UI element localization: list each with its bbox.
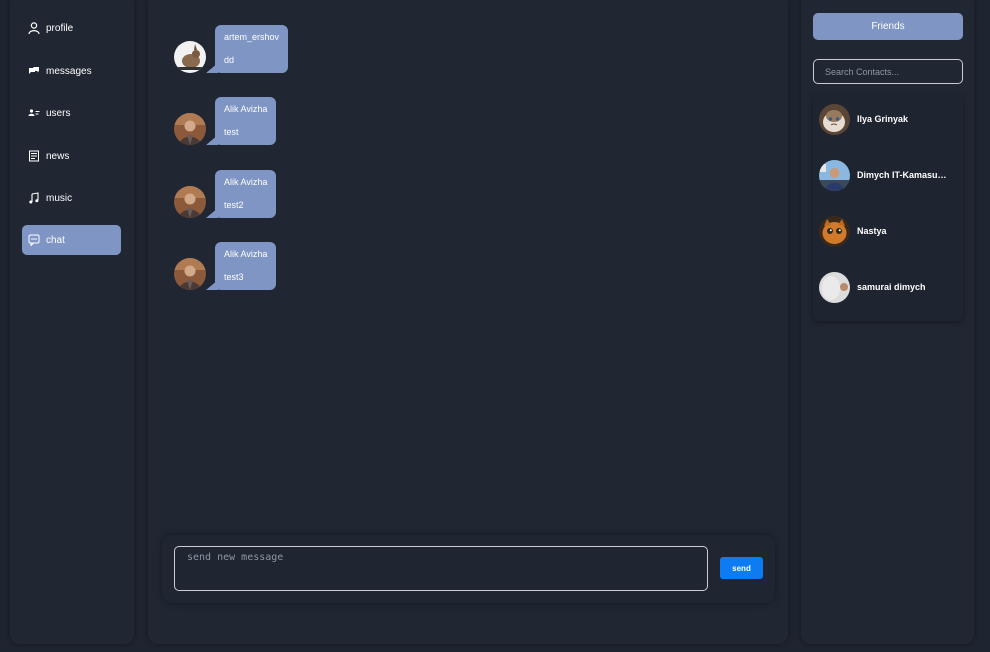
message-bubble: Alik Avizha test2 [215,170,277,218]
contact-item[interactable]: Ilya Grinyak [819,103,949,135]
avatar [819,271,850,303]
contact-item[interactable]: samurai dimych [819,271,949,303]
sidebar: profile messages users news music chat [10,0,134,644]
sidebar-item-label: messages [46,65,92,77]
contact-name: Nastya [857,226,887,236]
friends-button[interactable]: Friends [813,13,963,40]
users-icon [28,107,40,119]
chat-icon [28,234,40,246]
sidebar-item-label: users [46,107,71,119]
send-button[interactable]: send [720,557,763,579]
message-author: artem_ershov [224,32,280,42]
sidebar-item-chat[interactable]: chat [22,225,121,255]
search-contacts-input[interactable] [813,59,963,84]
user-icon [28,22,40,34]
message-text: dd [224,55,235,65]
message-bubble: artem_ershov dd [215,25,289,73]
friends-panel: Friends Ilya Grinyak Dimych IT-Kamasutra… [801,0,974,644]
sidebar-item-label: profile [46,22,74,34]
contact-name: Dimych IT-Kamasutra [857,170,949,180]
message-bubble: Alik Avizha test3 [215,242,277,290]
avatar [174,113,206,145]
sidebar-item-messages[interactable]: messages [22,56,121,86]
contact-item[interactable]: Dimych IT-Kamasutra [819,159,949,191]
message-composer: send [162,535,775,603]
message-text: test [224,127,239,137]
message-bubble: Alik Avizha test [215,97,277,145]
music-icon [28,192,40,204]
chat-panel: artem_ershov dd Alik Avizha test Alik Av… [148,0,788,644]
avatar [819,215,850,247]
sidebar-item-label: music [46,192,73,204]
avatar [174,258,206,290]
contact-name: Ilya Grinyak [857,114,909,124]
message-author: Alik Avizha [224,104,268,114]
sidebar-item-music[interactable]: music [22,183,121,213]
chat-message: Alik Avizha test [174,97,277,145]
news-icon [28,150,40,162]
avatar [174,186,206,218]
message-text: test3 [224,272,244,282]
chat-message: artem_ershov dd [174,25,289,73]
contact-name: samurai dimych [857,282,926,292]
chat-message: Alik Avizha test3 [174,242,277,290]
chat-message: Alik Avizha test2 [174,170,277,218]
message-text: test2 [224,200,244,210]
avatar [174,41,206,73]
sidebar-item-profile[interactable]: profile [22,13,121,43]
avatar [819,103,850,135]
contact-item[interactable]: Nastya [819,215,949,247]
sidebar-item-news[interactable]: news [22,141,121,171]
sidebar-item-label: chat [46,234,65,246]
message-author: Alik Avizha [224,249,268,259]
avatar [819,159,850,191]
sidebar-item-users[interactable]: users [22,98,121,128]
contacts-list: Ilya Grinyak Dimych IT-Kamasutra Nastya … [813,94,963,321]
message-input[interactable] [174,546,708,591]
sidebar-item-label: news [46,150,70,162]
messages-icon [28,65,40,77]
message-author: Alik Avizha [224,177,268,187]
